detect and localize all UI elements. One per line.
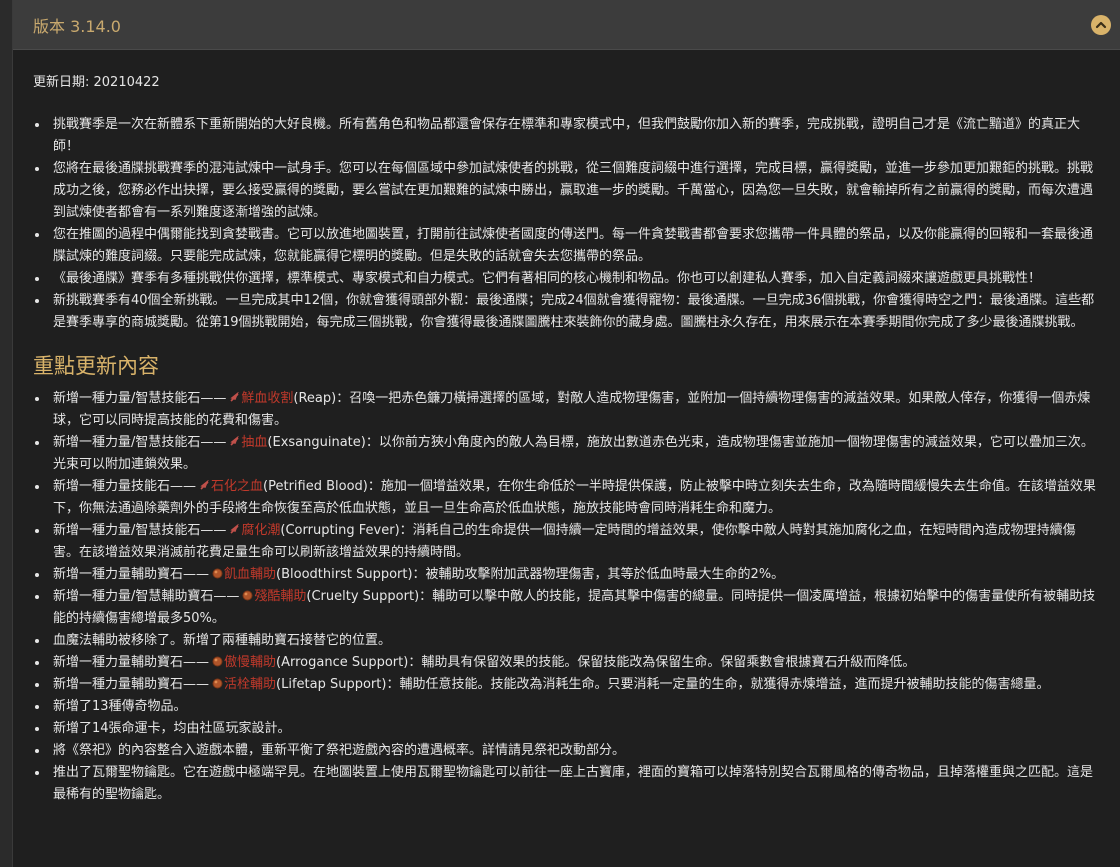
list-item: 新增了14張命運卡，均由社區玩家設計。 [33,718,1101,740]
list-item: 新增一種力量/智慧技能石—— 鮮血收割(Reap)：召喚一把赤色鐮刀橫掃選擇的區域… [33,388,1101,432]
update-date: 更新日期: 20210422 [33,75,160,90]
skill-link[interactable]: 抽血 [241,435,267,450]
patch-notes-panel: 版本 3.14.0 更新日期: 20210422 挑戰賽季是一次在新體系下重新開… [12,0,1120,867]
item-text: 新增了14張命運卡，均由社區玩家設計。 [53,721,291,736]
list-item: 新增一種力量輔助寶石—— 飢血輔助(Bloodthirst Support)：被輔… [33,564,1101,586]
skill-link[interactable]: 石化之血 [211,479,263,494]
list-item: 您在推圖的過程中偶爾能找到貪婪戰書。它可以放進地圖裝置，打開前往試煉使者國度的傳… [33,224,1101,268]
item-text: 新增一種力量/智慧技能石—— [53,391,227,406]
item-text: 新增一種力量/智慧輔助寶石—— [53,589,240,604]
item-text: (Bloodthirst Support)：被輔助攻擊附加武器物理傷害，其等於低… [276,567,785,582]
list-item: 推出了瓦爾聖物鑰匙。它在遊戲中極端罕見。在地圖裝置上使用瓦爾聖物鑰匙可以前往一座… [33,762,1101,806]
list-item: 新增一種力量/智慧技能石—— 腐化潮(Corrupting Fever)：消耗自己… [33,520,1101,564]
version-title: 版本 3.14.0 [33,16,121,36]
list-item: 《最後通牒》賽季有多種挑戰供你選擇，標準模式、專家模式和自力模式。它們有著相同的… [33,268,1101,290]
item-text: 新增一種力量/智慧技能石—— [53,435,227,450]
skill-link[interactable]: 鮮血收割 [241,391,293,406]
item-text: 新增一種力量輔助寶石—— [53,655,210,670]
item-text: 新增一種力量技能石—— [53,479,197,494]
intro-list: 挑戰賽季是一次在新體系下重新開始的大好良機。所有舊角色和物品都還會保存在標準和專… [33,114,1101,334]
skill-link[interactable]: 飢血輔助 [224,567,276,582]
item-text: 血魔法輔助被移除了。新增了兩種輔助寶石接替它的位置。 [53,633,392,648]
list-item: 新挑戰賽季有40個全新挑戰。一旦完成其中12個，你就會獲得頭部外觀：最後通牒；完… [33,290,1101,334]
item-text: 推出了瓦爾聖物鑰匙。它在遊戲中極端罕見。在地圖裝置上使用瓦爾聖物鑰匙可以前往一座… [53,765,1094,802]
skill-gem-icon [230,392,240,402]
list-item: 新增了13種傳奇物品。 [33,696,1101,718]
list-item: 新增一種力量輔助寶石—— 傲慢輔助(Arrogance Support)：輔助具有… [33,652,1101,674]
highlights-list: 新增一種力量/智慧技能石—— 鮮血收割(Reap)：召喚一把赤色鐮刀橫掃選擇的區域… [33,388,1101,806]
item-text: 新增一種力量輔助寶石—— [53,567,210,582]
list-item: 血魔法輔助被移除了。新增了兩種輔助寶石接替它的位置。 [33,630,1101,652]
collapse-button[interactable] [1091,14,1111,35]
list-item: 挑戰賽季是一次在新體系下重新開始的大好良機。所有舊角色和物品都還會保存在標準和專… [33,114,1101,158]
version-header[interactable]: 版本 3.14.0 [13,0,1120,50]
skill-link[interactable]: 傲慢輔助 [224,655,276,670]
list-item: 將《祭祀》的內容整合入遊戲本體，重新平衡了祭祀遊戲內容的遭遇概率。詳情請見祭祀改… [33,740,1101,762]
support-gem-icon [212,656,223,667]
list-item: 新增一種力量/智慧技能石—— 抽血(Exsanguinate)：以你前方狹小角度內… [33,432,1101,476]
item-text: (Arrogance Support)：輔助具有保留效果的技能。保留技能改為保留… [276,655,916,670]
support-gem-icon [242,590,253,601]
skill-gem-icon [230,524,240,534]
list-item: 新增一種力量輔助寶石—— 活栓輔助(Lifetap Support)：輔助任意技能… [33,674,1101,696]
item-text: 將《祭祀》的內容整合入遊戲本體，重新平衡了祭祀遊戲內容的遭遇概率。詳情請見祭祀改… [53,743,626,758]
skill-link[interactable]: 殘酷輔助 [254,589,306,604]
item-text: 新增了13種傳奇物品。 [53,699,187,714]
list-item: 您將在最後通牒挑戰賽季的混沌試煉中一試身手。您可以在每個區域中參加試煉使者的挑戰… [33,158,1101,224]
list-item: 新增一種力量/智慧輔助寶石—— 殘酷輔助(Cruelty Support)：輔助可… [33,586,1101,630]
skill-link[interactable]: 活栓輔助 [224,677,276,692]
item-text: 新增一種力量輔助寶石—— [53,677,210,692]
chevron-up-icon [1095,21,1107,28]
section-title: 重點更新內容 [33,354,159,378]
support-gem-icon [212,678,223,689]
patch-notes-content: 更新日期: 20210422 挑戰賽季是一次在新體系下重新開始的大好良機。所有舊… [13,50,1120,806]
skill-gem-icon [230,436,240,446]
support-gem-icon [212,568,223,579]
list-item: 新增一種力量技能石—— 石化之血(Petrified Blood)：施加一個增益效… [33,476,1101,520]
skill-gem-icon [200,480,209,490]
skill-link[interactable]: 腐化潮 [241,523,280,538]
item-text: 新增一種力量/智慧技能石—— [53,523,227,538]
item-text: (Lifetap Support)：輔助任意技能。技能改為消耗生命。只要消耗一定… [276,677,1050,692]
